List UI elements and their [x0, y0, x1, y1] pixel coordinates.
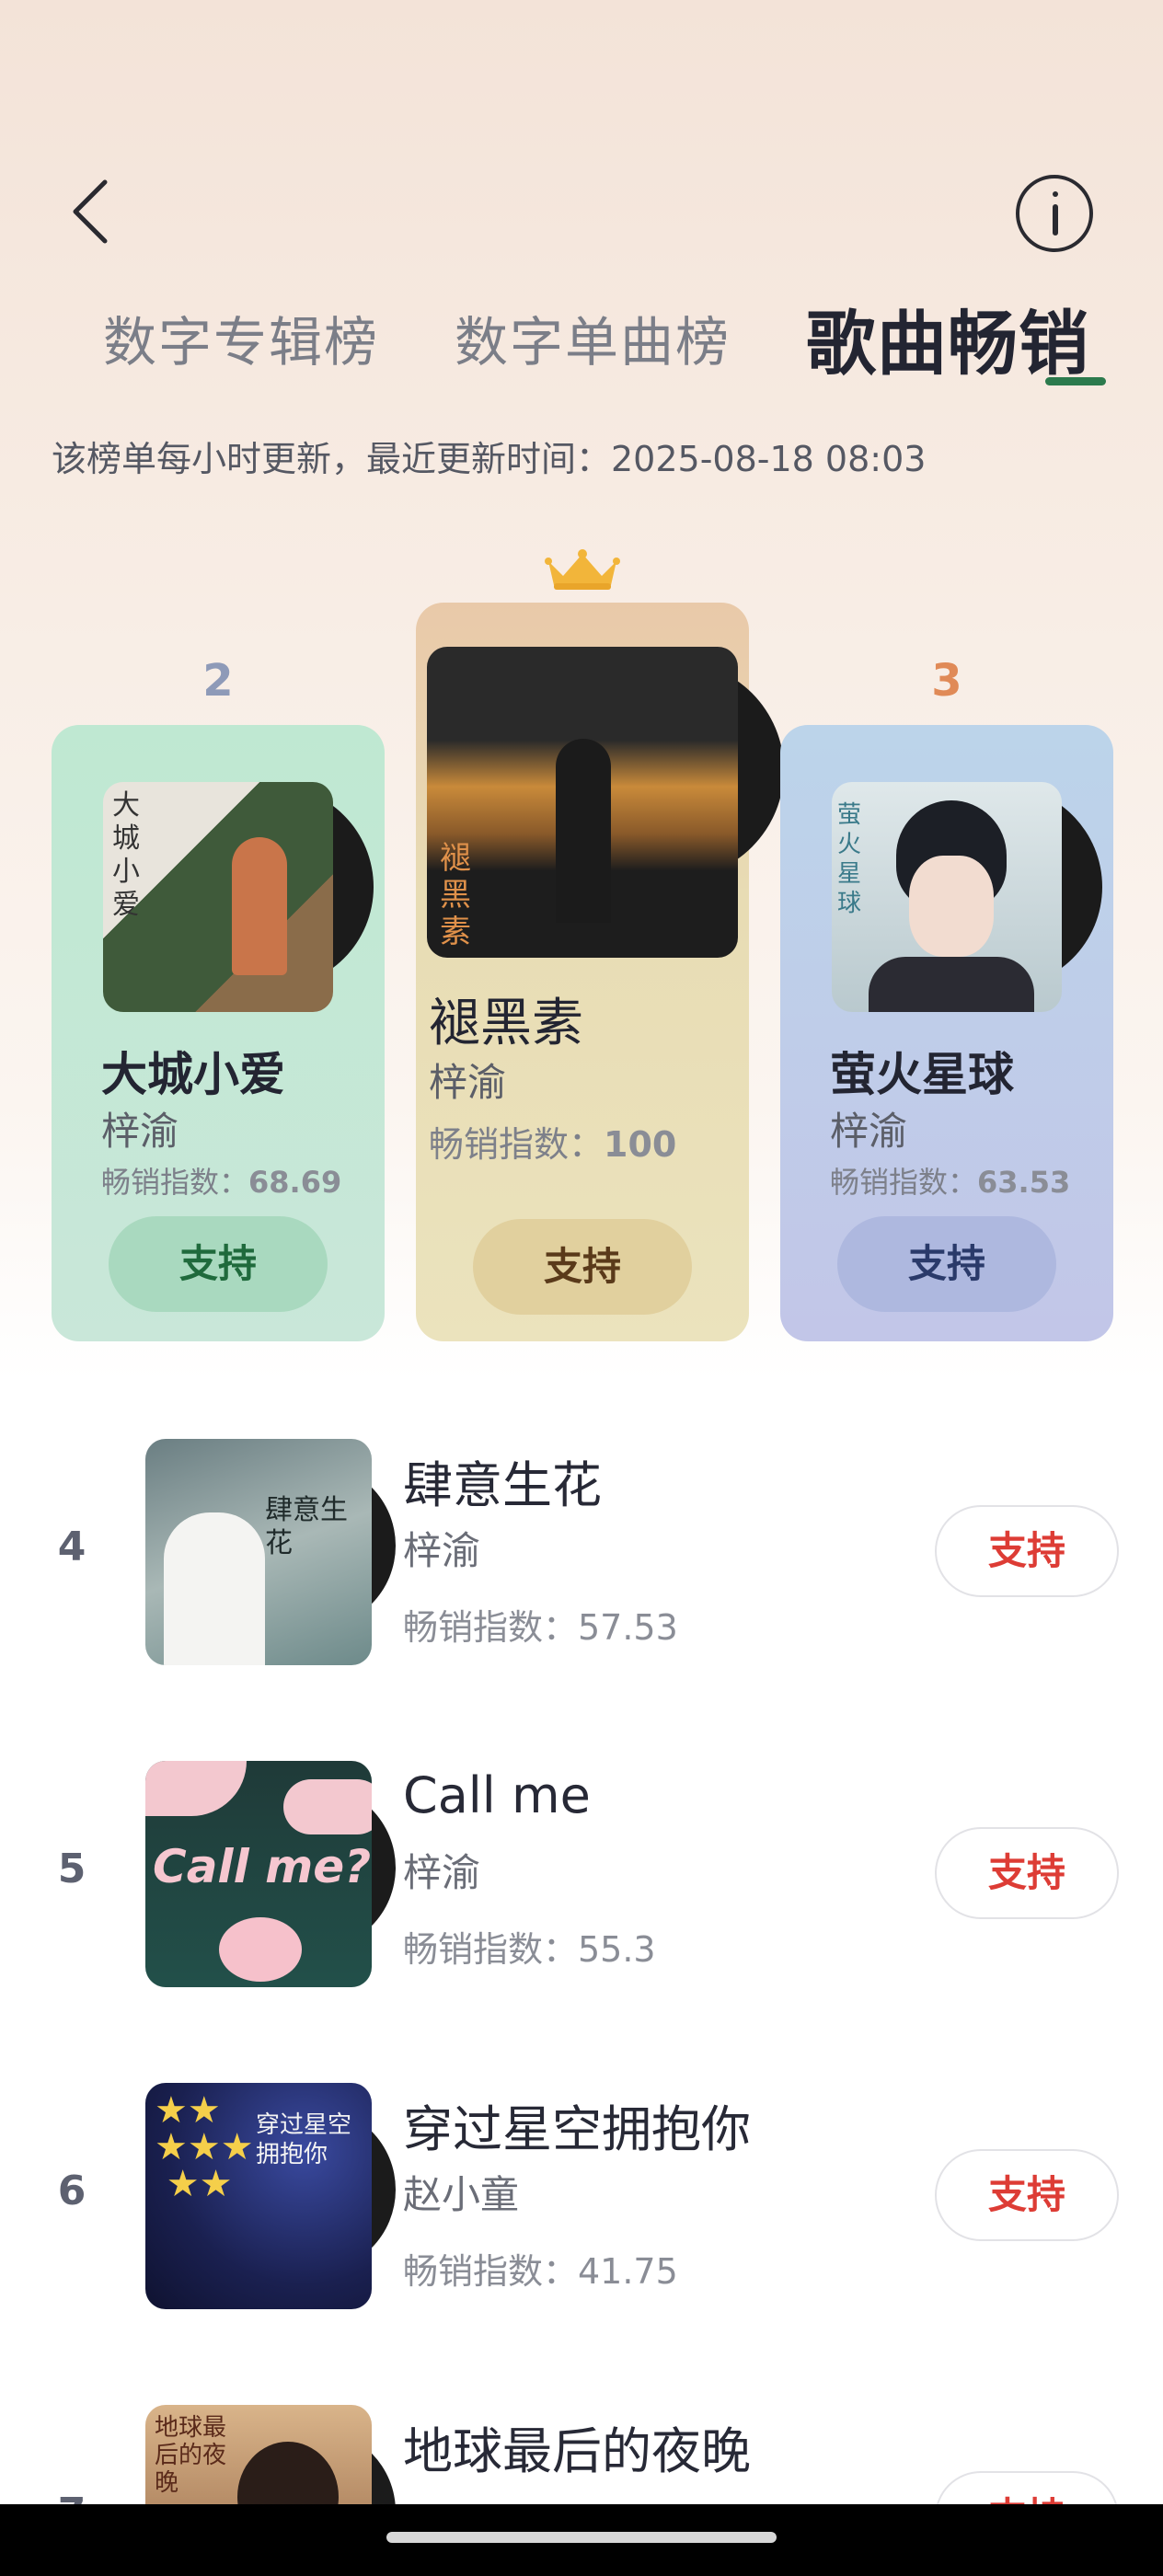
tab-song-bestseller[interactable]: 歌曲畅销: [806, 287, 1089, 385]
cover-figure: [237, 2442, 339, 2504]
support-button[interactable]: 支持: [109, 1216, 328, 1312]
song-title: 肆意生花: [403, 1456, 602, 1514]
info-button[interactable]: [1016, 175, 1093, 252]
album-cover[interactable]: Call me?: [145, 1761, 372, 1987]
support-button[interactable]: 支持: [935, 1827, 1119, 1919]
top-card-1[interactable]: 褪黑素 褪黑素 梓渝 畅销指数：100 支持: [416, 603, 784, 1341]
sales-index: 畅销指数：41.75: [403, 2251, 678, 2292]
tab-digital-album[interactable]: 数字专辑榜: [103, 299, 379, 374]
cover-flower: [219, 1917, 302, 1982]
support-button[interactable]: 支持: [935, 2471, 1119, 2504]
song-title: 穿过星空拥抱你: [403, 2100, 751, 2158]
rank-number: 5: [57, 1846, 86, 1892]
album-cover[interactable]: 地球最后的夜晚: [145, 2405, 372, 2504]
cover-text: Call me?: [153, 1840, 372, 1893]
support-button[interactable]: 支持: [837, 1216, 1056, 1312]
album-cover[interactable]: 大城小爱: [103, 782, 333, 1012]
support-button[interactable]: 支持: [935, 2149, 1119, 2241]
song-title: 萤火星球: [830, 1048, 1014, 1101]
support-button[interactable]: 支持: [473, 1219, 692, 1315]
cover-figure: [232, 837, 287, 975]
artist-name: 梓渝: [429, 1060, 507, 1105]
info-icon: [1053, 191, 1058, 197]
update-info: 该榜单每小时更新，最近更新时间：2025-08-18 08:03: [52, 439, 927, 479]
album-cover[interactable]: 萤火星球: [832, 782, 1062, 1012]
rank-number: 6: [57, 2168, 86, 2214]
home-gesture-handle[interactable]: [386, 2532, 777, 2543]
cover-figure: [556, 739, 611, 923]
song-title: Call me: [403, 1766, 591, 1824]
artist-name: 梓渝: [403, 1850, 481, 1895]
cover-text: 大城小爱: [112, 789, 140, 921]
album-cover[interactable]: 肆意生花: [145, 1439, 372, 1665]
sales-index: 畅销指数：63.53: [830, 1165, 1071, 1200]
artist-name: 梓渝: [101, 1109, 179, 1154]
tab-active-indicator: [1045, 377, 1106, 385]
crown-icon: [545, 549, 620, 590]
rank-2-number: 2: [202, 655, 234, 707]
list-item[interactable]: 4 肆意生花 肆意生花 梓渝 畅销指数：57.53 支持: [0, 1417, 1163, 1693]
rank-number: 7: [44, 2490, 99, 2504]
cover-text: 肆意生花: [265, 1494, 348, 1559]
sales-index: 畅销指数：68.69: [101, 1165, 342, 1200]
song-title: 大城小爱: [101, 1048, 285, 1101]
song-title: 褪黑素: [429, 994, 583, 1053]
back-button[interactable]: [63, 175, 118, 248]
list-item[interactable]: 7 地球最后的夜晚 地球最后的夜晚 支持: [0, 2383, 1163, 2504]
artist-name: 梓渝: [830, 1109, 908, 1154]
song-title: 地球最后的夜晚: [403, 2422, 751, 2480]
rank-3-number: 3: [931, 655, 962, 707]
tab-digital-single[interactable]: 数字单曲榜: [455, 299, 731, 374]
list-item[interactable]: 5 Call me? Call me 梓渝 畅销指数：55.3 支持: [0, 1739, 1163, 2015]
cover-text: 褪黑素: [440, 840, 471, 950]
artist-name: 赵小童: [403, 2172, 520, 2217]
back-arrow-icon: [73, 179, 108, 244]
support-button[interactable]: 支持: [935, 1505, 1119, 1597]
cover-text: 地球最后的夜晚: [155, 2414, 227, 2497]
top-card-2[interactable]: 大城小爱 大城小爱 梓渝 畅销指数：68.69 支持: [52, 725, 385, 1341]
list-item[interactable]: 6 ★★ ★★★ ★★ 穿过星空拥抱你 穿过星空拥抱你 赵小童 畅销指数：41.7…: [0, 2061, 1163, 2337]
artist-name: 梓渝: [403, 1528, 481, 1573]
sales-index: 畅销指数：100: [429, 1124, 677, 1165]
star-icon: ★★ ★★★ ★★: [155, 2089, 254, 2205]
sales-index: 畅销指数：57.53: [403, 1607, 678, 1648]
cover-text: 萤火星球: [837, 801, 862, 917]
cover-figure: [164, 1512, 265, 1665]
sales-index: 畅销指数：55.3: [403, 1929, 656, 1970]
rank-number: 4: [57, 1524, 86, 1570]
cover-text: 穿过星空拥抱你: [256, 2111, 352, 2168]
top-card-3[interactable]: 萤火星球 萤火星球 梓渝 畅销指数：63.53 支持: [780, 725, 1113, 1341]
album-cover[interactable]: 褪黑素: [427, 647, 738, 958]
album-cover[interactable]: ★★ ★★★ ★★ 穿过星空拥抱你: [145, 2083, 372, 2309]
